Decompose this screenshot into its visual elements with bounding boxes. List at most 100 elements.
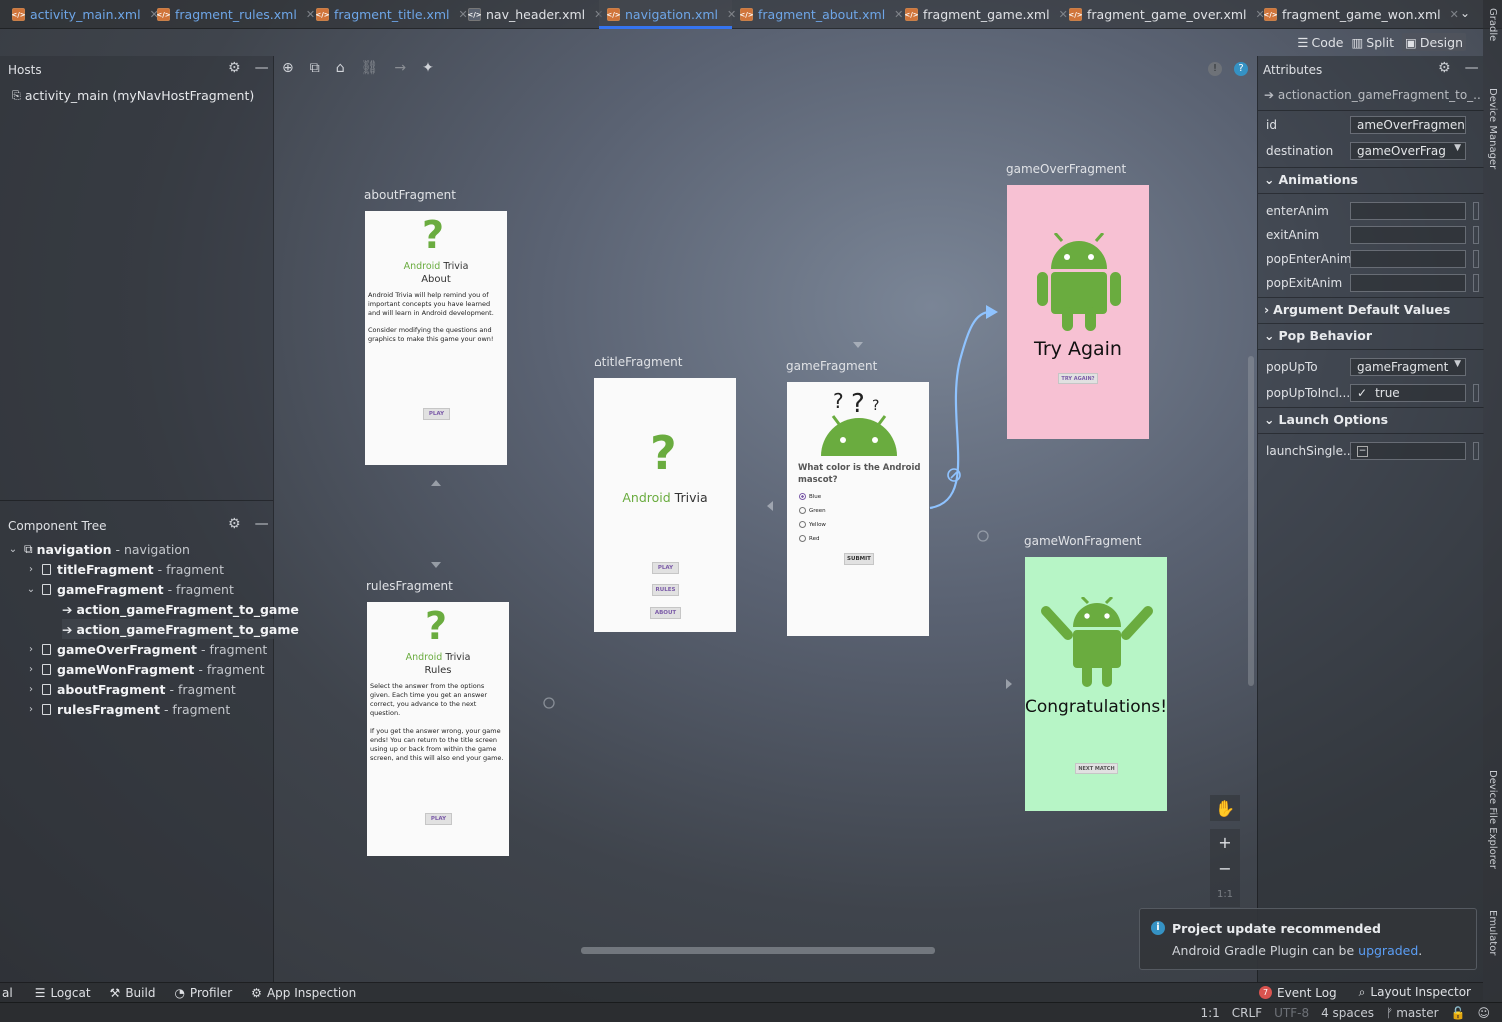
resource-picker-button[interactable] bbox=[1473, 274, 1479, 292]
rules-fragment-screen[interactable]: ? Android Trivia Rules Select the answer… bbox=[367, 602, 509, 856]
tree-row-title-fragment[interactable]: › titleFragment - fragment bbox=[24, 559, 224, 579]
tree-row-action-2-selected[interactable]: ➔ action_gameFragment_to_game bbox=[62, 619, 299, 639]
option-yellow-radio[interactable]: Yellow bbox=[799, 521, 826, 528]
about-play-button[interactable]: PLAY bbox=[423, 408, 450, 420]
build-tool-tab[interactable]: ⚒ Build bbox=[110, 986, 156, 1000]
tab-nav-header[interactable]: </>nav_header.xml✕ bbox=[467, 0, 603, 29]
host-item[interactable]: ⎘ activity_main (myNavHostFragment) bbox=[12, 88, 254, 103]
canvas-horizontal-scrollbar[interactable] bbox=[581, 947, 935, 954]
game-over-fragment-screen[interactable]: Try Again TRY AGAIN? bbox=[1007, 185, 1149, 439]
attr-popupto-inclusive-field[interactable]: ✓ true bbox=[1350, 384, 1466, 402]
chevron-right-icon[interactable]: › bbox=[24, 644, 38, 655]
tab-fragment-game-over[interactable]: </> fragment_game_over.xml ✕ bbox=[1068, 0, 1264, 29]
memory-indicator-icon[interactable]: ☺ bbox=[1477, 1006, 1490, 1020]
resource-picker-button[interactable] bbox=[1473, 250, 1479, 268]
chevron-right-icon[interactable]: › bbox=[24, 684, 38, 695]
close-icon[interactable]: ✕ bbox=[894, 8, 903, 21]
lock-icon[interactable]: 🔓 bbox=[1451, 1006, 1466, 1020]
option-green-radio[interactable]: Green bbox=[799, 507, 826, 514]
resource-picker-button[interactable] bbox=[1473, 226, 1479, 244]
indent-setting[interactable]: 4 spaces bbox=[1321, 1006, 1374, 1020]
option-blue-radio[interactable]: Blue bbox=[799, 493, 821, 500]
event-log-tool-tab[interactable]: 7 Event Log bbox=[1259, 986, 1337, 1000]
attr-launch-single-top-field[interactable]: − bbox=[1350, 442, 1466, 460]
tab-fragment-game[interactable]: </> fragment_game.xml ✕ bbox=[904, 0, 1068, 29]
about-fragment-screen[interactable]: ? Android Trivia About Android Trivia wi… bbox=[365, 211, 507, 465]
resource-picker-button[interactable] bbox=[1473, 202, 1479, 220]
launch-options-section-header[interactable]: ⌄ Launch Options bbox=[1264, 412, 1388, 427]
tree-row-about-fragment[interactable]: › aboutFragment - fragment bbox=[24, 679, 236, 699]
tab-fragment-game-won[interactable]: </> fragment_game_won.xml ✕ bbox=[1263, 0, 1459, 29]
title-play-button[interactable]: PLAY bbox=[652, 562, 679, 574]
caret-position[interactable]: 1:1 bbox=[1200, 1006, 1219, 1020]
gear-icon[interactable]: ⚙ bbox=[228, 516, 241, 532]
attr-pop-enter-anim-field[interactable] bbox=[1350, 250, 1466, 268]
profiler-tool-tab[interactable]: ◔ Profiler bbox=[174, 986, 232, 1000]
tree-row-action-1[interactable]: ➔ action_gameFragment_to_game bbox=[62, 599, 299, 619]
tree-row-navigation[interactable]: ⌄ ⧉ navigation - navigation bbox=[6, 539, 190, 559]
attr-destination-select[interactable]: gameOverFrag ▼ bbox=[1350, 142, 1466, 160]
file-encoding[interactable]: UTF-8 bbox=[1274, 1006, 1309, 1020]
line-separator[interactable]: CRLF bbox=[1232, 1006, 1262, 1020]
animations-section-header[interactable]: ⌄ Animations bbox=[1264, 172, 1358, 187]
canvas-vertical-scrollbar[interactable] bbox=[1248, 356, 1254, 686]
rules-play-button[interactable]: PLAY bbox=[425, 813, 452, 825]
minimize-icon[interactable]: — bbox=[255, 60, 269, 76]
pan-hand-icon[interactable]: ✋ bbox=[1210, 795, 1240, 821]
gradle-tool-tab[interactable]: Gradle bbox=[1487, 8, 1498, 41]
tree-row-game-fragment[interactable]: ⌄ gameFragment - fragment bbox=[24, 579, 234, 599]
title-about-button[interactable]: ABOUT bbox=[650, 607, 681, 619]
game-submit-button[interactable]: SUBMIT bbox=[844, 553, 874, 565]
code-view-button[interactable]: ☰ Code bbox=[1297, 33, 1343, 51]
chevron-right-icon[interactable]: › bbox=[24, 664, 38, 675]
chevron-right-icon[interactable]: › bbox=[24, 564, 38, 575]
new-destination-icon[interactable]: ⊕ bbox=[282, 60, 294, 76]
action-icon[interactable]: → bbox=[394, 60, 406, 76]
emulator-tool-tab[interactable]: Emulator bbox=[1487, 910, 1498, 955]
next-match-button[interactable]: NEXT MATCH bbox=[1075, 763, 1118, 774]
tab-fragment-title[interactable]: </> fragment_title.xml ✕ bbox=[315, 0, 467, 29]
help-icon[interactable]: ? bbox=[1234, 62, 1248, 76]
argument-defaults-section-header[interactable]: › Argument Default Values bbox=[1264, 302, 1450, 317]
close-icon[interactable]: ✕ bbox=[727, 8, 736, 21]
deep-link-icon[interactable]: ⛓ bbox=[361, 60, 379, 76]
warning-info-icon[interactable]: ! bbox=[1208, 62, 1222, 76]
tab-fragment-rules[interactable]: </> fragment_rules.xml ✕ bbox=[156, 0, 315, 29]
gear-icon[interactable]: ⚙ bbox=[1438, 60, 1451, 76]
project-update-notification[interactable]: i Project update recommended Android Gra… bbox=[1139, 908, 1477, 970]
title-rules-button[interactable]: RULES bbox=[652, 584, 679, 596]
design-view-button[interactable]: ▣ Design bbox=[1402, 33, 1466, 51]
tab-activity-main[interactable]: </> activity_main.xml ✕ bbox=[11, 0, 158, 29]
minimize-icon[interactable]: — bbox=[255, 516, 269, 532]
close-icon[interactable]: ✕ bbox=[1059, 8, 1068, 21]
attr-exit-anim-field[interactable] bbox=[1350, 226, 1466, 244]
resource-picker-button[interactable] bbox=[1473, 384, 1479, 402]
layout-inspector-tool-tab[interactable]: ⌕ Layout Inspector bbox=[1359, 985, 1471, 1000]
chevron-down-icon[interactable]: ⌄ bbox=[6, 544, 20, 555]
app-inspection-tool-tab[interactable]: ⚙ App Inspection bbox=[251, 986, 356, 1000]
pop-behavior-section-header[interactable]: ⌄ Pop Behavior bbox=[1264, 328, 1372, 343]
tab-navigation[interactable]: </> navigation.xml ✕ bbox=[599, 0, 736, 29]
upgrade-link[interactable]: upgraded bbox=[1358, 943, 1418, 958]
attr-pop-exit-anim-field[interactable] bbox=[1350, 274, 1466, 292]
tree-row-game-won-fragment[interactable]: › gameWonFragment - fragment bbox=[24, 659, 265, 679]
split-view-button[interactable]: ▥ Split bbox=[1351, 33, 1394, 51]
logcat-tool-tab[interactable]: ☰ Logcat bbox=[35, 986, 91, 1000]
nested-graph-icon[interactable]: ⧉ bbox=[310, 60, 320, 76]
option-red-radio[interactable]: Red bbox=[799, 535, 819, 542]
close-icon[interactable]: ✕ bbox=[1450, 8, 1459, 21]
resource-picker-button[interactable] bbox=[1473, 442, 1479, 460]
vcs-branch-widget[interactable]: ᚠ master bbox=[1386, 1006, 1439, 1020]
assign-start-home-icon[interactable]: ⌂ bbox=[336, 60, 345, 76]
device-file-explorer-tool-tab[interactable]: Device File Explorer bbox=[1487, 770, 1498, 869]
game-fragment-screen[interactable]: ? ? ? What color is the Android mascot? … bbox=[787, 382, 929, 636]
tab-overflow-chevron-icon[interactable]: ⌄ bbox=[1460, 6, 1470, 20]
zoom-actual-size-button[interactable]: 1:1 bbox=[1210, 881, 1240, 907]
checkbox-checked-icon[interactable]: ✓ bbox=[1357, 386, 1367, 400]
game-won-fragment-screen[interactable]: Congratulations! NEXT MATCH bbox=[1025, 557, 1167, 811]
zoom-out-icon[interactable]: − bbox=[1210, 855, 1240, 881]
checkbox-indeterminate-icon[interactable]: − bbox=[1357, 445, 1368, 457]
attr-enter-anim-field[interactable] bbox=[1350, 202, 1466, 220]
close-icon[interactable]: ✕ bbox=[306, 8, 315, 21]
tab-fragment-about[interactable]: </> fragment_about.xml ✕ bbox=[739, 0, 903, 29]
